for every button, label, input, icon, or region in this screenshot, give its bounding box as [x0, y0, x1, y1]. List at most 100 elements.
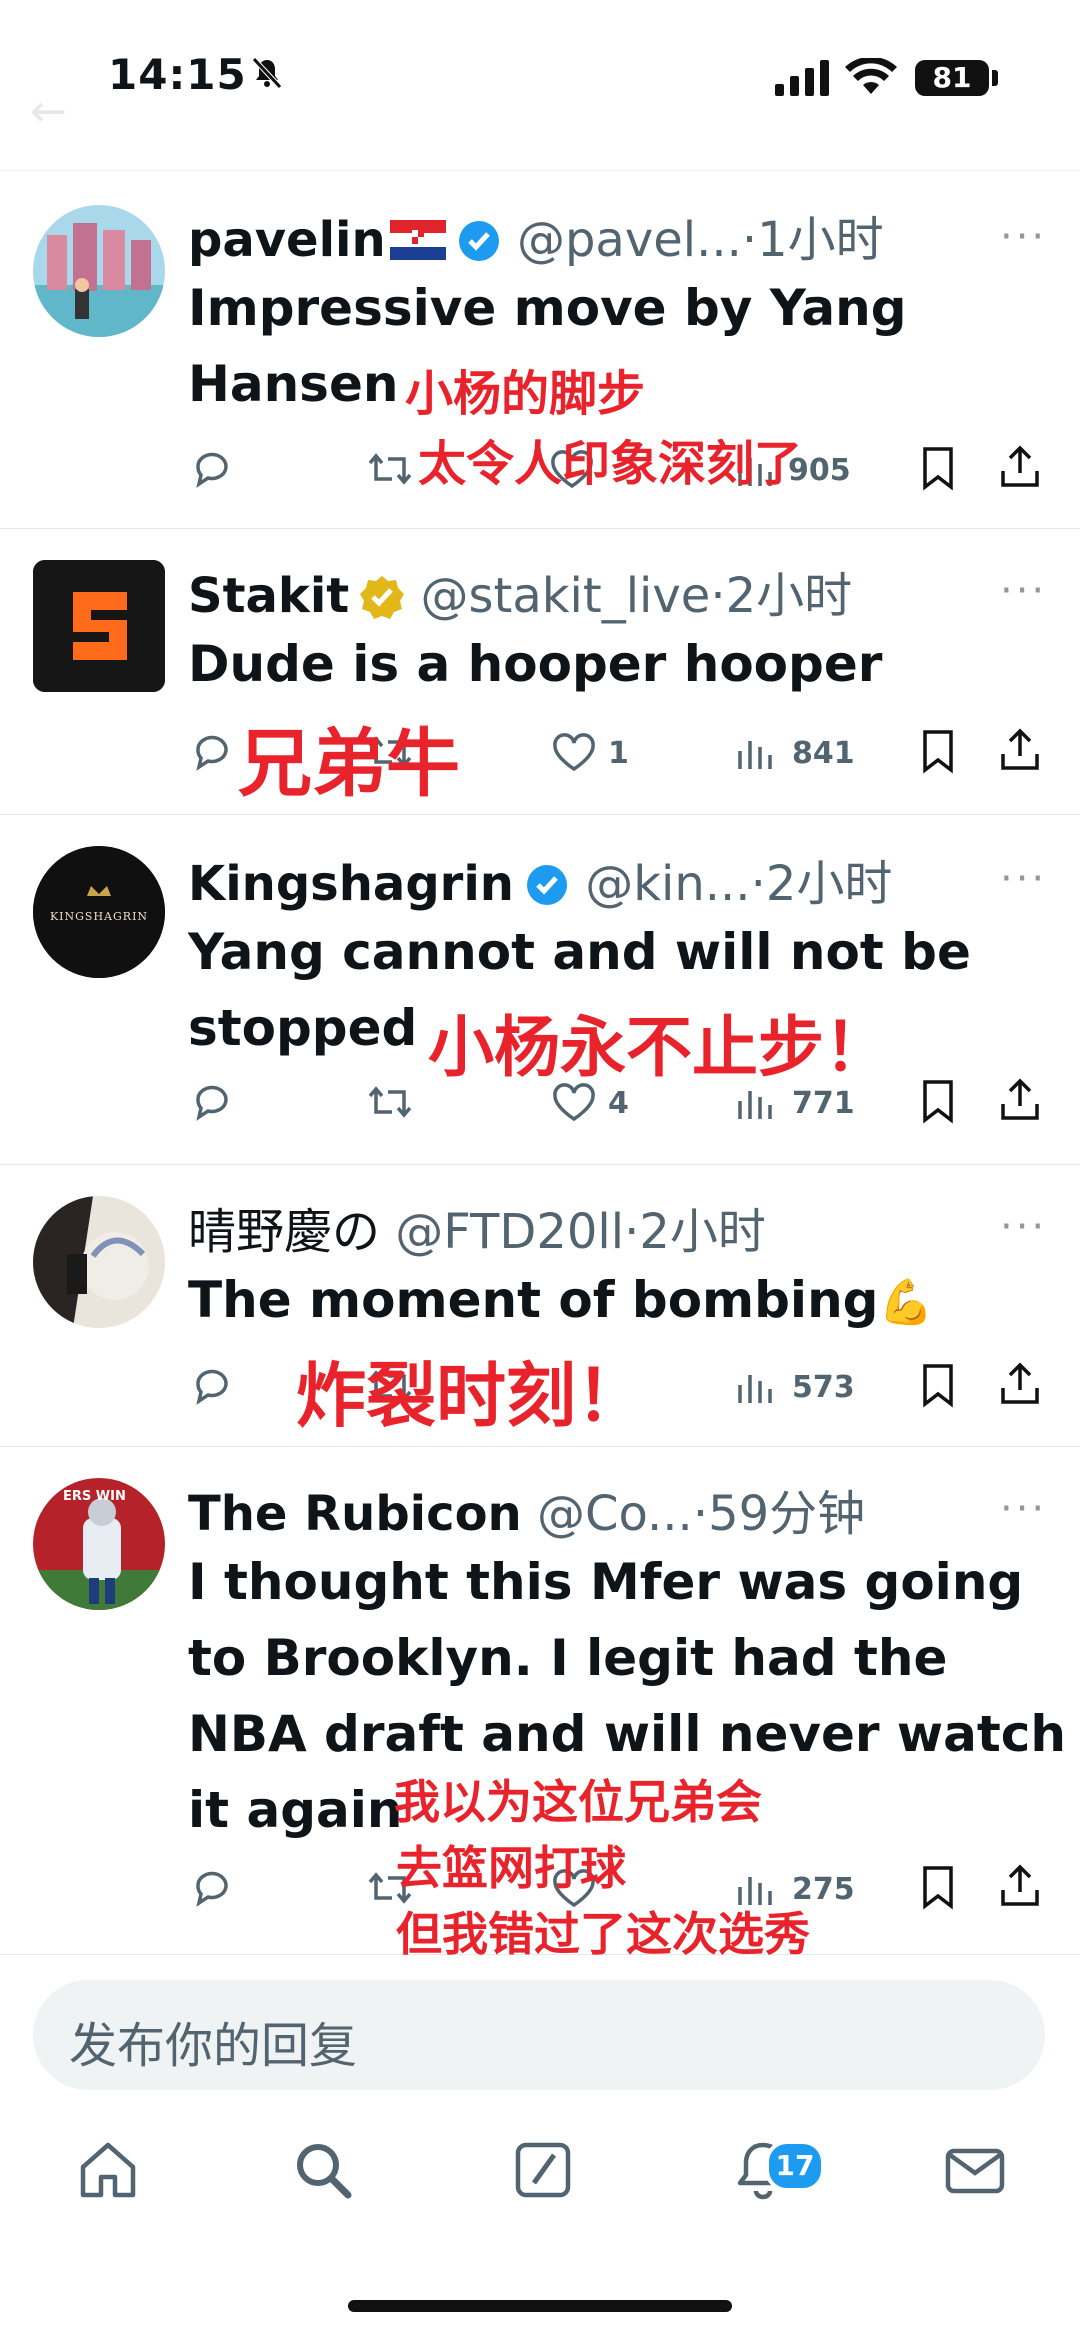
tweet-text-content: The moment of bombing — [188, 1271, 879, 1329]
user-handle[interactable]: @kin... — [585, 856, 750, 912]
display-name[interactable]: 晴野慶の — [188, 1204, 380, 1260]
tweet-header: Stakit @stakit_live·2小时 — [188, 556, 852, 626]
back-arrow-icon[interactable]: ← — [30, 86, 67, 137]
user-handle[interactable]: @stakit_live — [421, 568, 711, 624]
display-name[interactable]: pavelin — [188, 212, 386, 268]
retweet-icon[interactable] — [368, 1082, 412, 1122]
bookmark-icon[interactable] — [918, 1864, 958, 1910]
separator-dot: · — [692, 1486, 709, 1542]
share-icon[interactable] — [998, 1862, 1042, 1908]
caption-overlay: 太令人印象深刻了 — [418, 436, 803, 492]
caption-overlay: 去篮网打球 — [396, 1841, 626, 1895]
like-count: 4 — [608, 1086, 629, 1121]
home-indicator[interactable] — [348, 2300, 732, 2312]
views-icon[interactable] — [735, 1367, 775, 1405]
avatar[interactable]: ERS WIN — [33, 1478, 165, 1610]
bookmark-icon[interactable] — [918, 728, 958, 774]
bookmark-icon[interactable] — [918, 1078, 958, 1124]
view-count: 841 — [792, 736, 855, 771]
like-icon[interactable] — [552, 1083, 596, 1123]
separator-dot: · — [624, 1204, 640, 1260]
share-icon[interactable] — [998, 1360, 1042, 1406]
bookmark-icon[interactable] — [918, 1362, 958, 1408]
nav-compose-icon[interactable] — [508, 2135, 578, 2205]
tweet-text: Dude is a hooper hooper — [188, 635, 883, 693]
separator-dot: · — [750, 856, 766, 912]
status-time: 14:15 — [108, 50, 247, 99]
wifi-icon — [845, 58, 897, 94]
like-count: 1 — [608, 736, 629, 771]
verified-badge-icon — [526, 865, 567, 905]
views-icon[interactable] — [735, 733, 775, 771]
tweet-item[interactable]: 晴野慶の @FTD20ll·2小时 ··· The moment of bomb… — [0, 1164, 1080, 1447]
status-bar: ← 14:15 81 — [0, 0, 1080, 171]
tweet-time[interactable]: 2小时 — [639, 1204, 766, 1260]
tweet-time[interactable]: 1小时 — [757, 212, 884, 268]
tweet-text: The moment of bombing💪 — [188, 1262, 1068, 1341]
share-icon[interactable] — [998, 1076, 1042, 1122]
caption-overlay: 但我错过了这次选秀 — [396, 1907, 810, 1961]
nav-search-icon[interactable] — [288, 2135, 358, 2205]
avatar[interactable] — [33, 1196, 165, 1328]
caption-overlay: 小杨永不止步！ — [428, 1009, 890, 1086]
croatia-flag-icon — [389, 220, 446, 260]
reply-icon[interactable] — [190, 730, 234, 774]
tweet-item[interactable]: KINGSHAGRIN Kingshagrin @kin...·2小时 ··· … — [0, 814, 1080, 1165]
views-icon[interactable] — [735, 1083, 775, 1121]
user-handle[interactable]: @Co... — [537, 1486, 693, 1542]
user-handle[interactable]: @pavel... — [517, 212, 742, 268]
avatar[interactable]: KINGSHAGRIN — [33, 846, 165, 978]
reply-icon[interactable] — [190, 1866, 234, 1910]
nav-home-icon[interactable] — [73, 2135, 143, 2205]
caption-overlay: 兄弟牛 — [238, 721, 460, 807]
more-options-icon[interactable]: ··· — [1000, 856, 1047, 902]
tweet-time[interactable]: 2小时 — [766, 856, 893, 912]
more-options-icon[interactable]: ··· — [1000, 1204, 1047, 1250]
tweet-header: 晴野慶の @FTD20ll·2小时 — [188, 1192, 766, 1262]
verified-badge-icon — [458, 221, 499, 261]
caption-overlay: 我以为这位兄弟会 — [394, 1775, 762, 1829]
display-name[interactable]: Stakit — [188, 568, 349, 624]
more-options-icon[interactable]: ··· — [1000, 568, 1047, 614]
battery-tip — [992, 70, 998, 86]
tweet-item[interactable]: pavelin @pavel...·1小时 ··· Impressive mov… — [0, 170, 1080, 529]
avatar[interactable] — [33, 205, 165, 337]
signal-icon — [775, 60, 829, 96]
tweet-header: Kingshagrin @kin...·2小时 — [188, 844, 892, 914]
tweet-time[interactable]: 2小时 — [726, 568, 853, 624]
separator-dot: · — [741, 212, 758, 268]
share-icon[interactable] — [998, 443, 1042, 489]
notifications-badge: 17 — [765, 2140, 825, 2192]
user-handle[interactable]: @FTD20ll — [395, 1204, 624, 1260]
display-name[interactable]: Kingshagrin — [188, 856, 514, 912]
tweet-item[interactable]: Stakit @stakit_live·2小时 ··· Dude is a ho… — [0, 528, 1080, 815]
avatar-logo-text: KINGSHAGRIN — [50, 910, 148, 923]
verified-gold-badge-icon — [360, 576, 405, 619]
caption-overlay: 炸裂时刻！ — [296, 1355, 646, 1437]
reply-input[interactable]: 发布你的回复 — [33, 1980, 1045, 2090]
tweet-item[interactable]: ERS WIN The Rubicon @Co...·59分钟 ··· I th… — [0, 1446, 1080, 1961]
nav-messages-icon[interactable] — [940, 2135, 1010, 2205]
avatar[interactable] — [33, 560, 165, 692]
reply-icon[interactable] — [190, 1080, 234, 1124]
tweet-header: pavelin @pavel...·1小时 — [188, 200, 884, 270]
reply-icon[interactable] — [190, 447, 234, 491]
more-options-icon[interactable]: ··· — [1000, 1486, 1047, 1532]
bookmark-icon[interactable] — [918, 445, 958, 491]
battery-level: 81 — [915, 60, 989, 96]
view-count: 573 — [792, 1370, 855, 1405]
like-icon[interactable] — [552, 733, 596, 773]
flexed-biceps-emoji: 💪 — [878, 1277, 934, 1328]
display-name[interactable]: The Rubicon — [188, 1486, 522, 1542]
share-icon[interactable] — [998, 726, 1042, 772]
retweet-icon[interactable] — [368, 449, 412, 489]
separator-dot: · — [710, 568, 726, 624]
silent-bell-icon — [252, 57, 282, 89]
reply-placeholder: 发布你的回复 — [69, 2018, 358, 2074]
reply-icon[interactable] — [190, 1364, 234, 1408]
more-options-icon[interactable]: ··· — [1000, 214, 1047, 260]
tweet-time[interactable]: 59分钟 — [708, 1486, 865, 1542]
avatar-banner-text: ERS WIN — [63, 1489, 126, 1504]
view-count: 771 — [792, 1086, 855, 1121]
tweet-header: The Rubicon @Co...·59分钟 — [188, 1474, 865, 1544]
